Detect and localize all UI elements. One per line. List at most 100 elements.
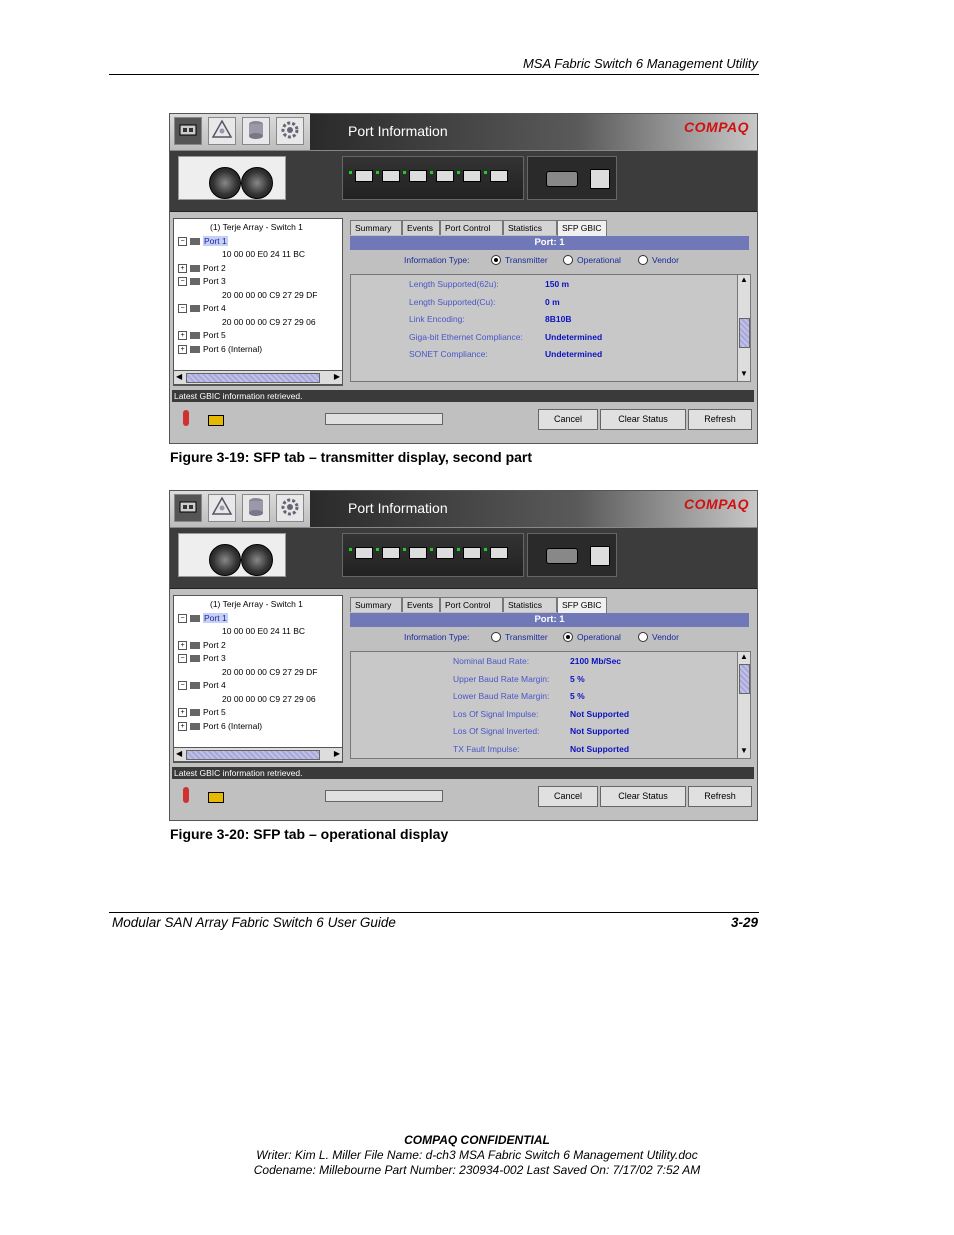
tree-node[interactable]: − Port 3 [178,275,226,288]
database-button[interactable] [242,117,270,145]
tree-node[interactable]: − Port 3 [178,652,226,665]
switch-port[interactable] [463,547,481,559]
switch-port[interactable] [382,170,400,182]
switch-port[interactable] [436,547,454,559]
clear-status-button[interactable]: Clear Status [600,409,686,430]
collapse-icon[interactable]: − [178,236,187,246]
tab-statistics[interactable]: Statistics [503,597,557,612]
collapse-icon[interactable]: − [178,304,187,314]
radio-vendor[interactable] [638,255,648,265]
clear-status-button[interactable]: Clear Status [600,786,686,807]
radio-transmitter[interactable] [491,632,501,642]
refresh-button[interactable]: Refresh [688,409,752,430]
expand-icon[interactable]: + [178,344,187,354]
collapse-icon[interactable]: − [178,654,187,664]
topology-icon [211,496,233,520]
radio-vendor[interactable] [638,632,648,642]
gear-button[interactable] [276,117,304,145]
gear-button[interactable] [276,494,304,522]
tab-port-control[interactable]: Port Control [440,220,503,235]
expand-icon[interactable]: + [178,640,187,650]
tree-node[interactable]: + Port 5 [178,706,226,719]
tree-node[interactable]: + Port 6 (Internal) [178,343,262,356]
switch-port[interactable] [436,170,454,182]
chassis-image[interactable] [178,156,286,200]
switch-port[interactable] [409,170,427,182]
scroll-down-icon[interactable]: ▼ [740,369,748,378]
tree-node[interactable]: + Port 2 [178,262,226,275]
radio-transmitter[interactable] [491,255,501,265]
tab-events[interactable]: Events [402,220,440,235]
tree-node[interactable]: (1) Terje Array - Switch 1 [210,221,303,234]
tree-node[interactable]: + Port 2 [178,639,226,652]
scroll-left-icon[interactable]: ◀ [176,749,182,758]
radio-label-operational[interactable]: Operational [577,255,621,265]
tab-summary[interactable]: Summary [350,597,402,612]
radio-label-transmitter[interactable]: Transmitter [505,632,548,642]
tab-sfp-gbic[interactable]: SFP GBIC [557,220,607,236]
switch-port[interactable] [355,170,373,182]
scroll-thumb[interactable] [739,318,750,349]
switch-port[interactable] [382,547,400,559]
detail-vertical-scrollbar[interactable]: ▲ ▼ [737,274,751,382]
tree-horizontal-scrollbar[interactable]: ◀ ▶ [173,370,343,385]
radio-operational[interactable] [563,632,573,642]
tree-node[interactable]: 10 00 00 E0 24 11 BC [222,248,305,261]
scroll-right-icon[interactable]: ▶ [334,372,340,381]
radio-label-transmitter[interactable]: Transmitter [505,255,548,265]
scroll-thumb[interactable] [739,664,750,694]
scroll-down-icon[interactable]: ▼ [740,746,748,755]
switch-button[interactable] [174,117,202,145]
tree-node[interactable]: 20 00 00 00 C9 27 29 06 [222,693,316,706]
scroll-left-icon[interactable]: ◀ [176,372,182,381]
tree-node[interactable]: 10 00 00 E0 24 11 BC [222,625,305,638]
cancel-button[interactable]: Cancel [538,409,598,430]
cancel-button[interactable]: Cancel [538,786,598,807]
radio-label-vendor[interactable]: Vendor [652,255,679,265]
switch-button[interactable] [174,494,202,522]
radio-label-vendor[interactable]: Vendor [652,632,679,642]
tree-node[interactable]: 20 00 00 00 C9 27 29 DF [222,289,317,302]
scroll-right-icon[interactable]: ▶ [334,749,340,758]
tab-summary[interactable]: Summary [350,220,402,235]
collapse-icon[interactable]: − [178,613,187,623]
radio-operational[interactable] [563,255,573,265]
switch-port[interactable] [490,170,508,182]
tree-horizontal-scrollbar[interactable]: ◀ ▶ [173,747,343,762]
scroll-up-icon[interactable]: ▲ [740,652,748,661]
radio-label-operational[interactable]: Operational [577,632,621,642]
chassis-image[interactable] [178,533,286,577]
tab-statistics[interactable]: Statistics [503,220,557,235]
expand-icon[interactable]: + [178,331,187,341]
tree-node[interactable]: − Port 1 [178,612,228,625]
database-button[interactable] [242,494,270,522]
tree-node[interactable]: 20 00 00 00 C9 27 29 DF [222,666,317,679]
collapse-icon[interactable]: − [178,681,187,691]
scroll-up-icon[interactable]: ▲ [740,275,748,284]
detail-vertical-scrollbar[interactable]: ▲ ▼ [737,651,751,759]
tree-node-label: Port 2 [203,262,226,273]
switch-port[interactable] [355,547,373,559]
expand-icon[interactable]: + [178,263,187,273]
tree-node[interactable]: + Port 6 (Internal) [178,720,262,733]
topology-button[interactable] [208,494,236,522]
switch-port[interactable] [463,170,481,182]
scroll-thumb[interactable] [186,750,320,760]
expand-icon[interactable]: + [178,721,187,731]
tree-node[interactable]: − Port 1 [178,235,228,248]
refresh-button[interactable]: Refresh [688,786,752,807]
topology-button[interactable] [208,117,236,145]
tab-port-control[interactable]: Port Control [440,597,503,612]
tree-node[interactable]: + Port 5 [178,329,226,342]
switch-port[interactable] [409,547,427,559]
tab-events[interactable]: Events [402,597,440,612]
collapse-icon[interactable]: − [178,277,187,287]
tree-node[interactable]: 20 00 00 00 C9 27 29 06 [222,316,316,329]
tab-sfp-gbic[interactable]: SFP GBIC [557,597,607,613]
expand-icon[interactable]: + [178,708,187,718]
scroll-thumb[interactable] [186,373,320,383]
tree-node[interactable]: (1) Terje Array - Switch 1 [210,598,303,611]
tree-node[interactable]: − Port 4 [178,302,226,315]
tree-node[interactable]: − Port 4 [178,679,226,692]
switch-port[interactable] [490,547,508,559]
